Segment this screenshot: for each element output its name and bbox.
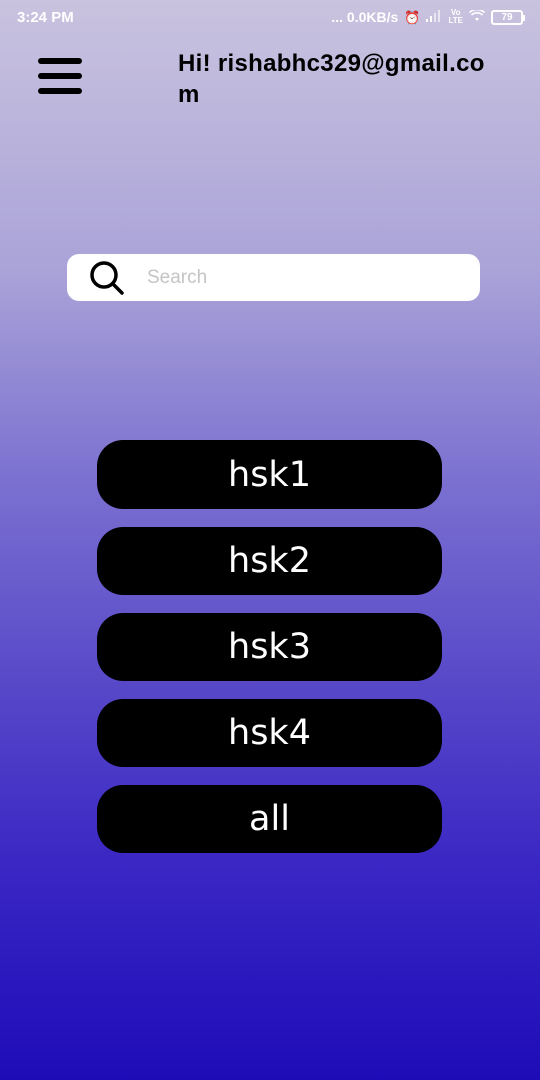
signal-icon <box>426 10 442 24</box>
status-time: 3:24 PM <box>17 8 74 26</box>
search-icon[interactable] <box>89 260 125 296</box>
hsk1-button[interactable]: hsk1 <box>97 440 442 509</box>
search-input[interactable] <box>147 266 447 289</box>
menu-line <box>38 73 82 79</box>
volte-icon: Vo LTE <box>448 8 463 25</box>
menu-line <box>38 58 82 64</box>
alarm-icon: ⏰ <box>404 9 421 25</box>
wifi-icon <box>468 8 486 24</box>
hsk3-button[interactable]: hsk3 <box>97 613 442 681</box>
menu-line <box>38 88 82 94</box>
battery-level: 79 <box>501 11 513 23</box>
level-list: hsk1 hsk2 hsk3 hsk4 all <box>97 440 442 853</box>
hsk2-button[interactable]: hsk2 <box>97 527 442 595</box>
all-button[interactable]: all <box>97 785 442 853</box>
greeting-text: Hi! rishabhc329@gmail.com <box>178 50 485 108</box>
search-bar[interactable] <box>67 254 480 301</box>
battery-icon: 79 <box>491 9 525 25</box>
status-indicators: ... 0.0KB/s ⏰ Vo LTE 79 <box>331 8 525 25</box>
status-bar: 3:24 PM ... 0.0KB/s ⏰ Vo LTE 79 <box>0 0 540 34</box>
network-speed: ... 0.0KB/s <box>331 9 399 25</box>
hsk4-button[interactable]: hsk4 <box>97 699 442 767</box>
hamburger-menu-icon[interactable] <box>38 58 84 94</box>
